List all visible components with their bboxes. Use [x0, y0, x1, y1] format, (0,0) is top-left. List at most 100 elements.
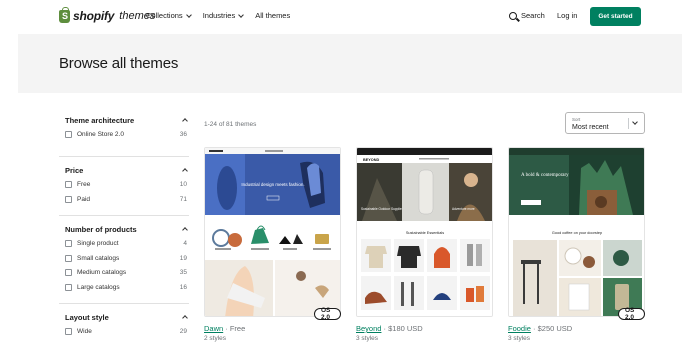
beyond-hero-left-text: Sustainable Outdoor Supplies	[361, 207, 404, 211]
page-hero: Browse all themes	[18, 34, 682, 93]
filter-header[interactable]: Layout style	[65, 310, 188, 324]
foodie-preview-image: A bold & contemporary choice Good coffee…	[509, 148, 644, 316]
nav-all-themes[interactable]: All themes	[255, 11, 290, 20]
search-button[interactable]: Search	[509, 11, 545, 20]
theme-style-count: 3 styles	[508, 335, 531, 342]
theme-preview-dawn[interactable]: Industrial design meets fashion.	[204, 147, 341, 317]
get-started-button[interactable]: Get started	[590, 7, 641, 26]
theme-title: Foodie · $250 USD	[508, 324, 572, 333]
dawn-hero-text: Industrial design meets fashion.	[241, 182, 304, 187]
option-count: 71	[179, 195, 187, 203]
option-label: Small catalogs	[77, 254, 120, 262]
filter-title: Layout style	[65, 312, 109, 322]
filter-group-price: Price Free 10 Paid 71	[59, 156, 189, 215]
chevron-up-icon	[182, 227, 188, 233]
option-label: Paid	[77, 195, 91, 203]
sort-value: Most recent	[572, 124, 609, 131]
result-count: 1-24 of 81 themes	[204, 121, 257, 128]
filter-option[interactable]: Paid 71	[65, 192, 189, 207]
option-count: 4	[183, 239, 187, 247]
filter-option[interactable]: Free 10	[65, 177, 189, 192]
shopify-bag-icon	[59, 6, 70, 23]
option-count: 36	[179, 130, 187, 138]
logo-wordmark: shopify	[73, 9, 115, 23]
nav-collections[interactable]: Collections	[146, 11, 192, 20]
nav-industries-label: Industries	[202, 11, 236, 20]
filter-title: Number of products	[65, 224, 137, 234]
checkbox[interactable]	[65, 269, 72, 277]
login-link[interactable]: Log in	[557, 11, 577, 20]
sort-divider	[628, 118, 629, 129]
page-title: Browse all themes	[59, 55, 179, 72]
beyond-hero-right-text: Adventure more	[452, 207, 475, 211]
theme-style-count: 3 styles	[356, 335, 379, 342]
theme-name-link[interactable]: Foodie	[508, 324, 531, 333]
search-icon	[509, 11, 517, 20]
beyond-brand-text: BEYOND	[363, 158, 380, 162]
chevron-down-icon	[185, 11, 192, 18]
dawn-preview-image: Industrial design meets fashion.	[205, 148, 340, 316]
theme-price: · Free	[223, 324, 246, 333]
search-label: Search	[521, 11, 545, 20]
shopify-themes-logo[interactable]: shopify themes	[59, 6, 155, 23]
theme-name-link[interactable]: Dawn	[204, 324, 223, 333]
theme-style-count: 2 styles	[204, 335, 227, 342]
main-nav: Collections Industries All themes	[146, 11, 290, 20]
filter-option[interactable]: Single product 4	[65, 236, 189, 251]
sort-label: Sort	[572, 117, 581, 122]
chevron-up-icon	[182, 118, 188, 124]
nav-all-themes-label: All themes	[255, 11, 291, 20]
filter-header[interactable]: Number of products	[65, 222, 188, 236]
filter-group-theme-architecture: Theme architecture Online Store 2.0 36	[59, 113, 189, 156]
option-label: Medium catalogs	[77, 269, 127, 277]
filter-option[interactable]: Wide 29	[65, 324, 189, 339]
checkbox[interactable]	[65, 284, 72, 292]
filter-title: Price	[65, 165, 84, 175]
option-count: 35	[179, 269, 187, 277]
theme-price: · $180 USD	[381, 324, 423, 333]
option-count: 19	[179, 254, 187, 262]
theme-preview-foodie[interactable]: A bold & contemporary choice Good coffee…	[508, 147, 645, 317]
nav-collections-label: Collections	[146, 11, 183, 20]
chevron-down-icon	[632, 119, 638, 125]
theme-name-link[interactable]: Beyond	[356, 324, 381, 333]
nav-industries[interactable]: Industries	[202, 11, 245, 20]
checkbox[interactable]	[65, 254, 72, 262]
filter-option[interactable]: Large catalogs 16	[65, 280, 189, 295]
os-2-badge: OS 2.0	[618, 307, 645, 321]
theme-title: Dawn · Free	[204, 324, 245, 333]
theme-title: Beyond · $180 USD	[356, 324, 423, 333]
os-2-badge: OS 2.0	[314, 307, 341, 321]
beyond-preview-image: BEYOND Sustainable Outdoor Supplies Adve…	[357, 148, 492, 316]
option-count: 16	[179, 284, 187, 292]
filter-header[interactable]: Price	[65, 163, 188, 177]
checkbox[interactable]	[65, 180, 72, 188]
checkbox[interactable]	[65, 195, 72, 203]
filter-option[interactable]: Medium catalogs 35	[65, 266, 189, 281]
top-bar: shopify themes Collections Industries Al…	[0, 0, 700, 34]
option-count: 29	[179, 327, 187, 335]
option-label: Free	[77, 180, 91, 188]
chevron-up-icon	[182, 168, 188, 174]
option-label: Single product	[77, 239, 119, 247]
filter-header[interactable]: Theme architecture	[65, 113, 188, 127]
filter-group-layout-style: Layout style Wide 29	[59, 303, 189, 339]
checkbox[interactable]	[65, 327, 72, 335]
option-label: Online Store 2.0	[77, 130, 124, 138]
filter-sidebar: Theme architecture Online Store 2.0 36 Pr…	[59, 113, 189, 339]
chevron-down-icon	[238, 11, 245, 18]
theme-price: · $250 USD	[530, 324, 573, 333]
checkbox[interactable]	[65, 239, 72, 247]
chevron-up-icon	[182, 315, 188, 321]
beyond-section-text: Sustainable Essentials	[406, 231, 444, 235]
sort-select[interactable]: Sort Most recent	[565, 112, 645, 134]
filter-group-number-of-products: Number of products Single product 4 Small…	[59, 215, 189, 303]
filter-option[interactable]: Small catalogs 19	[65, 251, 189, 266]
option-label: Wide	[77, 327, 92, 335]
filter-option[interactable]: Online Store 2.0 36	[65, 127, 189, 142]
foodie-section-text: Good coffee on your doorstep	[552, 231, 602, 235]
theme-preview-beyond[interactable]: BEYOND Sustainable Outdoor Supplies Adve…	[356, 147, 493, 317]
filter-title: Theme architecture	[65, 115, 135, 125]
checkbox[interactable]	[65, 130, 72, 138]
option-label: Large catalogs	[77, 284, 120, 292]
